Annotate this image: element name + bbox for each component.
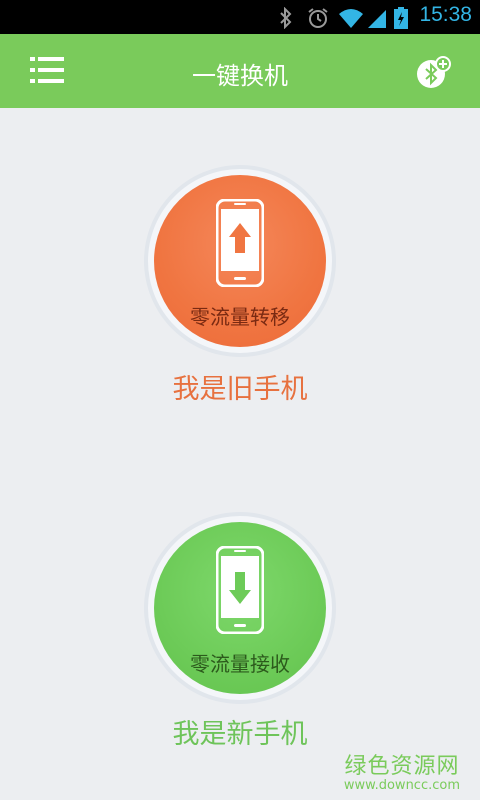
status-bar: 15:38 bbox=[0, 0, 480, 34]
phone-upload-icon bbox=[216, 199, 264, 287]
page-title: 一键换机 bbox=[192, 62, 288, 90]
old-phone-transfer-button[interactable]: 零流量转移 bbox=[144, 165, 336, 357]
wifi-icon bbox=[339, 9, 363, 28]
phone-download-icon bbox=[216, 546, 264, 634]
watermark-text: 绿色资源网 bbox=[344, 754, 460, 779]
alarm-icon bbox=[308, 8, 328, 28]
app-bar: 一键换机 bbox=[0, 34, 480, 108]
bluetooth-add-button[interactable] bbox=[416, 56, 452, 92]
new-phone-button-label: 零流量接收 bbox=[190, 652, 290, 676]
signal-icon bbox=[368, 10, 386, 28]
bluetooth-add-icon bbox=[417, 56, 451, 88]
new-phone-receive-button[interactable]: 零流量接收 bbox=[144, 512, 336, 704]
old-phone-button-label: 零流量转移 bbox=[190, 305, 290, 329]
watermark-url: www.downcc.com bbox=[343, 778, 460, 793]
status-time: 15:38 bbox=[419, 3, 472, 26]
old-phone-caption: 我是旧手机 bbox=[172, 374, 308, 405]
new-phone-caption: 我是新手机 bbox=[172, 719, 308, 750]
bluetooth-icon bbox=[280, 7, 292, 29]
battery-charging-icon bbox=[394, 7, 408, 29]
watermark: 绿色资源网 www.downcc.com bbox=[344, 748, 460, 793]
